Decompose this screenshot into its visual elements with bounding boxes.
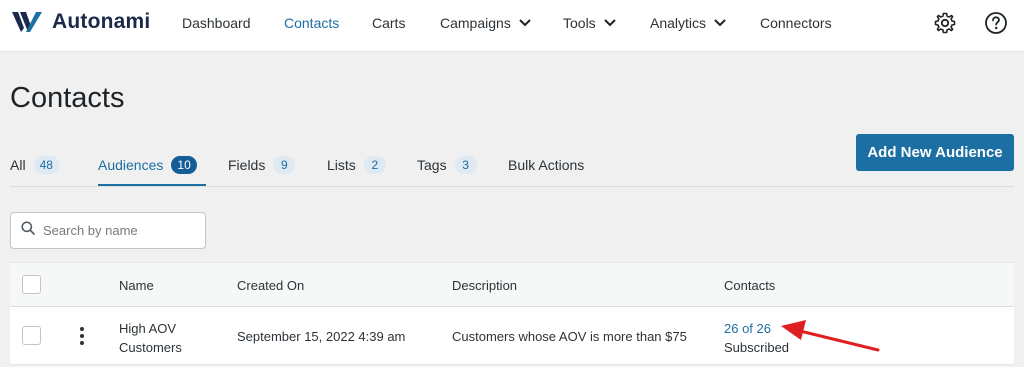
nav-label: Tools bbox=[563, 15, 596, 31]
nav-label: Analytics bbox=[650, 15, 707, 31]
chevron-down-icon bbox=[519, 19, 531, 27]
chevron-down-icon bbox=[603, 19, 616, 27]
top-navigation-bar: Autonami Dashboard Contacts Carts Campai… bbox=[0, 0, 1024, 52]
tab-label: All bbox=[10, 157, 26, 173]
column-header-created-on[interactable]: Created On bbox=[237, 278, 304, 293]
search-input[interactable] bbox=[43, 223, 193, 238]
search-icon bbox=[21, 221, 35, 240]
help-icon[interactable] bbox=[984, 11, 1008, 35]
nav-tools[interactable]: Tools bbox=[563, 15, 616, 31]
more-actions-icon[interactable] bbox=[78, 327, 86, 345]
logo-text: Autonami bbox=[52, 10, 151, 33]
nav-label: Dashboard bbox=[182, 15, 251, 31]
chevron-down-icon bbox=[714, 19, 726, 27]
nav-label: Carts bbox=[372, 15, 406, 31]
autonami-logo[interactable]: Autonami bbox=[12, 10, 150, 34]
tab-label: Bulk Actions bbox=[508, 157, 585, 173]
tab-bulk-actions[interactable]: Bulk Actions bbox=[508, 150, 584, 180]
tab-label: Tags bbox=[417, 157, 447, 173]
created-on-value: September 15, 2022 4:39 am bbox=[237, 329, 406, 344]
count-badge: 2 bbox=[363, 156, 386, 174]
table-row: High AOV Customers September 15, 2022 4:… bbox=[10, 307, 1014, 365]
tab-all[interactable]: All 48 bbox=[10, 150, 59, 180]
add-new-audience-button[interactable]: Add New Audience bbox=[856, 134, 1014, 171]
count-badge: 3 bbox=[454, 156, 477, 174]
column-header-name[interactable]: Name bbox=[119, 278, 154, 293]
count-badge: 10 bbox=[171, 156, 197, 174]
nav-connectors[interactable]: Connectors bbox=[760, 15, 832, 31]
nav-carts[interactable]: Carts bbox=[372, 15, 405, 31]
tab-lists[interactable]: Lists 2 bbox=[327, 150, 386, 180]
tab-audiences[interactable]: Audiences 10 bbox=[98, 150, 197, 180]
audience-name-line: High AOV bbox=[119, 321, 177, 336]
tab-label: Lists bbox=[327, 157, 356, 173]
contacts-cell: 26 of 26 Subscribed bbox=[724, 319, 789, 357]
active-tab-indicator bbox=[98, 184, 206, 186]
tab-tags[interactable]: Tags 3 bbox=[417, 150, 477, 180]
count-badge: 48 bbox=[33, 156, 59, 174]
contacts-count-link[interactable]: 26 of 26 bbox=[724, 319, 789, 338]
audiences-table: Name Created On Description Contacts Hig… bbox=[10, 262, 1014, 365]
nav-label: Campaigns bbox=[440, 15, 511, 31]
search-box[interactable] bbox=[10, 212, 206, 249]
nav-label: Contacts bbox=[284, 15, 340, 31]
autonami-logo-icon bbox=[12, 12, 42, 32]
page-title: Contacts bbox=[10, 82, 125, 114]
audience-name-line: Customers bbox=[119, 340, 182, 355]
nav-dashboard[interactable]: Dashboard bbox=[182, 15, 251, 31]
select-all-checkbox[interactable] bbox=[22, 275, 41, 294]
row-checkbox[interactable] bbox=[22, 326, 41, 345]
table-header: Name Created On Description Contacts bbox=[10, 262, 1014, 307]
nav-campaigns[interactable]: Campaigns bbox=[440, 15, 531, 31]
column-header-contacts[interactable]: Contacts bbox=[724, 278, 775, 293]
gear-icon[interactable] bbox=[933, 11, 957, 35]
nav-label: Connectors bbox=[760, 15, 832, 31]
tab-label: Fields bbox=[228, 157, 266, 173]
tab-fields[interactable]: Fields 9 bbox=[228, 150, 296, 180]
count-badge: 9 bbox=[273, 156, 296, 174]
column-header-description[interactable]: Description bbox=[452, 278, 517, 293]
tab-label: Audiences bbox=[98, 157, 164, 173]
nav-analytics[interactable]: Analytics bbox=[650, 15, 726, 31]
contacts-status: Subscribed bbox=[724, 340, 790, 355]
audience-name[interactable]: High AOV Customers bbox=[119, 319, 182, 357]
description-value: Customers whose AOV is more than $75 bbox=[452, 329, 687, 344]
nav-contacts[interactable]: Contacts bbox=[284, 15, 339, 31]
